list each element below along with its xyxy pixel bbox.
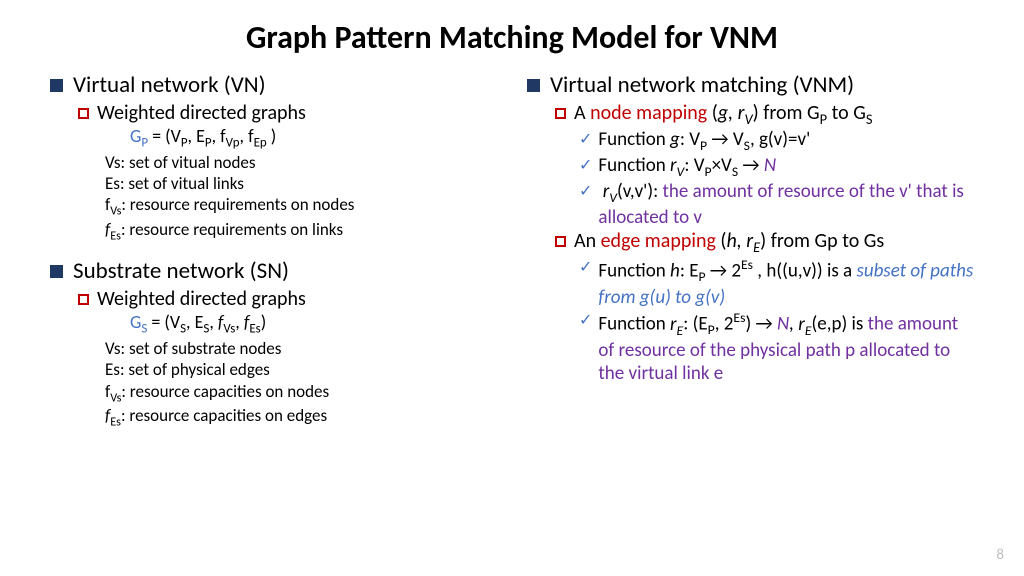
rv-description-line: ✓ rV(v,v'): the amount of resource of th… bbox=[579, 180, 974, 230]
content-columns: Virtual network (VN) Weighted directed g… bbox=[50, 71, 974, 430]
edge-mapping-line: An edge mapping (h, rE) from Gp to Gs bbox=[555, 229, 974, 256]
function-re-text: Function rE: (EP, 2Es) → N, rE(e,p) is t… bbox=[598, 309, 974, 386]
node-mapping-text: A node mapping (g, rV) from GP to GS bbox=[574, 101, 872, 128]
page-number: 8 bbox=[996, 546, 1004, 564]
square-bullet-icon bbox=[50, 79, 63, 92]
vn-subheading: Weighted directed graphs bbox=[78, 101, 497, 125]
vnm-heading-text: Virtual network matching (VNM) bbox=[550, 71, 854, 99]
slide-title: Graph Pattern Matching Model for VNM bbox=[50, 18, 974, 57]
function-h-text: Function h: EP → 2Es , h((u,v)) is a sub… bbox=[598, 256, 974, 309]
rv-description-text: rV(v,v'): the amount of resource of the … bbox=[598, 180, 974, 230]
left-column: Virtual network (VN) Weighted directed g… bbox=[50, 71, 497, 430]
sn-def-es: Es: set of physical edges bbox=[105, 359, 497, 380]
check-icon: ✓ bbox=[579, 156, 592, 176]
edge-mapping-text: An edge mapping (h, rE) from Gp to Gs bbox=[574, 229, 884, 256]
sn-def-fvs: fVs: resource capacities on nodes bbox=[105, 381, 497, 406]
vn-sub-text: Weighted directed graphs bbox=[97, 101, 306, 125]
vn-def-es: Es: set of vitual links bbox=[105, 173, 497, 194]
hollow-square-bullet-icon bbox=[555, 108, 566, 119]
check-icon: ✓ bbox=[579, 311, 592, 331]
hollow-square-bullet-icon bbox=[555, 236, 566, 247]
square-bullet-icon bbox=[527, 79, 540, 92]
node-mapping-line: A node mapping (g, rV) from GP to GS bbox=[555, 101, 974, 128]
vn-heading-text: Virtual network (VN) bbox=[73, 71, 266, 99]
function-re-line: ✓ Function rE: (EP, 2Es) → N, rE(e,p) is… bbox=[579, 309, 974, 386]
sn-formula: GS = (VS, ES, fVs, fEs) bbox=[130, 311, 497, 337]
check-icon: ✓ bbox=[579, 258, 592, 278]
sn-heading-text: Substrate network (SN) bbox=[73, 257, 289, 285]
slide: Graph Pattern Matching Model for VNM Vir… bbox=[0, 0, 1024, 430]
vn-def-vs: Vs: set of vitual nodes bbox=[105, 152, 497, 173]
sn-def-fes: fEs: resource capacities on edges bbox=[105, 405, 497, 430]
sn-subheading: Weighted directed graphs bbox=[78, 287, 497, 311]
check-icon: ✓ bbox=[579, 130, 592, 150]
function-h-line: ✓ Function h: EP → 2Es , h((u,v)) is a s… bbox=[579, 256, 974, 309]
vn-heading: Virtual network (VN) bbox=[50, 71, 497, 99]
function-rv-text: Function rV: VP×VS → N bbox=[598, 154, 776, 180]
check-icon: ✓ bbox=[579, 182, 592, 202]
square-bullet-icon bbox=[50, 265, 63, 278]
hollow-square-bullet-icon bbox=[78, 108, 89, 119]
function-rv-line: ✓ Function rV: VP×VS → N bbox=[579, 154, 974, 180]
vn-def-fes: fEs: resource requirements on links bbox=[105, 219, 497, 244]
sn-def-vs: Vs: set of substrate nodes bbox=[105, 338, 497, 359]
sn-heading: Substrate network (SN) bbox=[50, 257, 497, 285]
hollow-square-bullet-icon bbox=[78, 294, 89, 305]
sn-definitions: Vs: set of substrate nodes Es: set of ph… bbox=[105, 338, 497, 430]
function-g-line: ✓ Function g: VP → VS, g(v)=v' bbox=[579, 128, 974, 154]
vn-formula: GP = (VP, EP, fVp, fEp ) bbox=[130, 125, 497, 151]
sn-sub-text: Weighted directed graphs bbox=[97, 287, 306, 311]
vn-definitions: Vs: set of vitual nodes Es: set of vitua… bbox=[105, 152, 497, 244]
right-column: Virtual network matching (VNM) A node ma… bbox=[527, 71, 974, 430]
function-g-text: Function g: VP → VS, g(v)=v' bbox=[598, 128, 810, 154]
vnm-heading: Virtual network matching (VNM) bbox=[527, 71, 974, 99]
vn-def-fvs: fVs: resource requirements on nodes bbox=[105, 194, 497, 219]
